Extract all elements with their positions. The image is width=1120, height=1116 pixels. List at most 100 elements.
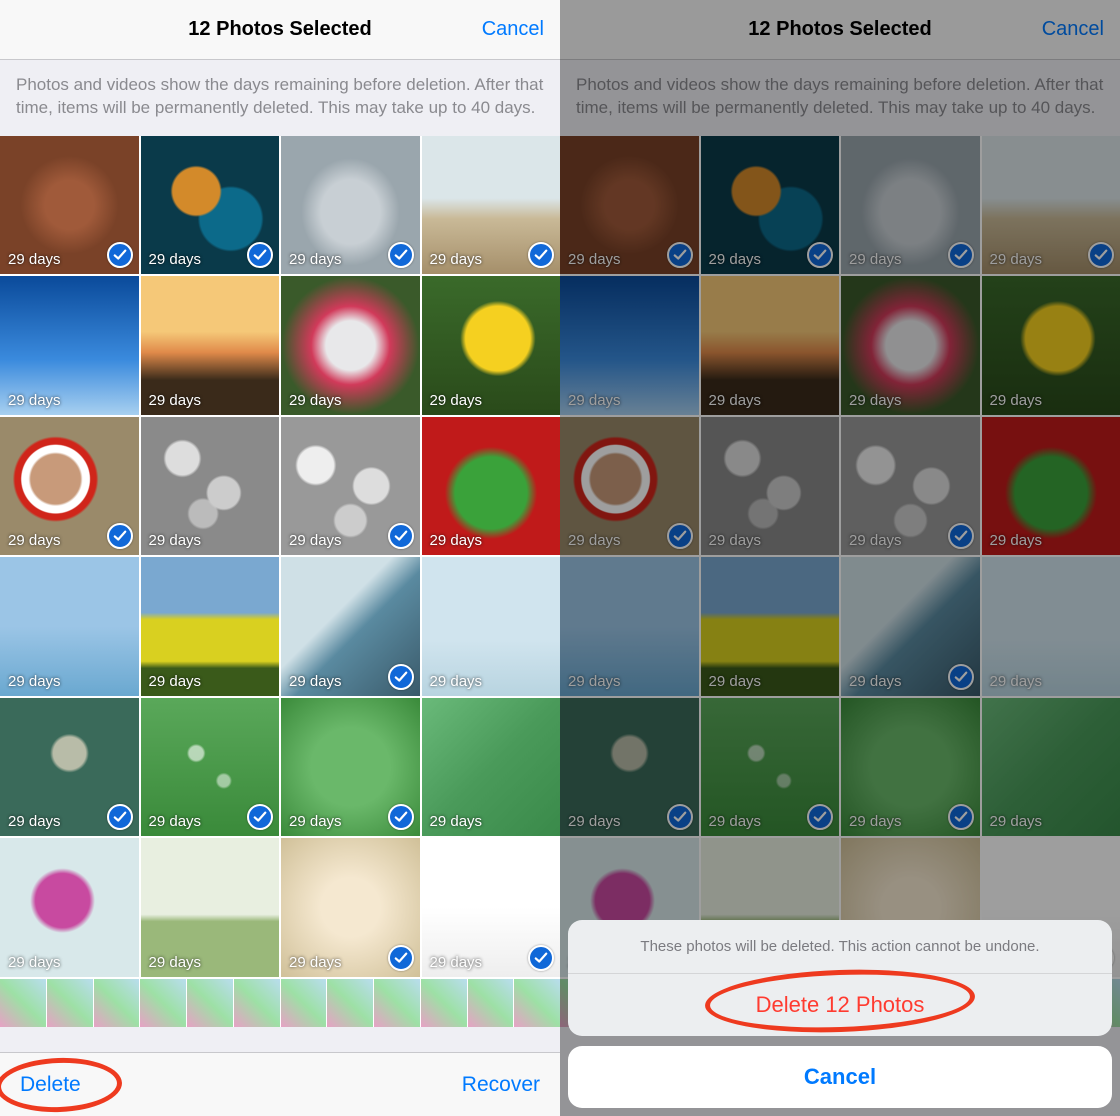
thumbnail-image: [701, 698, 840, 837]
photo-thumbnail[interactable]: 29 days: [0, 838, 139, 977]
days-remaining-label: 29 days: [849, 392, 902, 409]
photo-thumbnail[interactable]: 29 days: [422, 276, 561, 415]
days-remaining-label: 29 days: [149, 251, 202, 268]
days-remaining-label: 29 days: [149, 673, 202, 690]
days-remaining-label: 29 days: [8, 251, 61, 268]
cancel-button[interactable]: Cancel: [1042, 18, 1104, 41]
checkmark-icon: [807, 242, 833, 268]
page-title: 12 Photos Selected: [748, 18, 931, 41]
thumbnail-image: [982, 276, 1120, 415]
recover-button[interactable]: Recover: [462, 1073, 540, 1097]
photo-thumbnail[interactable]: 29 days: [701, 276, 840, 415]
days-remaining-label: 29 days: [8, 392, 61, 409]
thumbnail-image: [560, 557, 699, 696]
days-remaining-label: 29 days: [149, 392, 202, 409]
checkmark-icon: [1088, 242, 1114, 268]
photo-thumbnail[interactable]: 29 days: [982, 276, 1120, 415]
photo-thumbnail[interactable]: 29 days: [141, 838, 280, 977]
photo-thumbnail[interactable]: 29 days: [141, 136, 280, 275]
photo-thumbnail[interactable]: 29 days: [841, 136, 980, 275]
photo-thumbnail[interactable]: 29 days: [982, 698, 1120, 837]
action-sheet-cancel-button[interactable]: Cancel: [568, 1046, 1112, 1108]
days-remaining-label: 29 days: [8, 813, 61, 830]
photo-thumbnail[interactable]: 29 days: [0, 417, 139, 556]
photo-thumbnail[interactable]: 29 days: [281, 698, 420, 837]
thumbnail-image: [560, 276, 699, 415]
days-remaining-label: 29 days: [430, 251, 483, 268]
photo-thumbnail[interactable]: 29 days: [281, 276, 420, 415]
days-remaining-label: 29 days: [149, 813, 202, 830]
thumbnail-image: [841, 417, 980, 556]
action-sheet-group: These photos will be deleted. This actio…: [568, 920, 1112, 1036]
photo-thumbnail[interactable]: 29 days: [701, 417, 840, 556]
photo-thumbnail[interactable]: 29 days: [982, 417, 1120, 556]
thumbnail-image: [841, 276, 980, 415]
photo-thumbnail[interactable]: 29 days: [281, 136, 420, 275]
days-remaining-label: 29 days: [8, 532, 61, 549]
photo-thumbnail[interactable]: 29 days: [141, 276, 280, 415]
delete-photos-label: Delete 12 Photos: [756, 992, 925, 1017]
photo-thumbnail[interactable]: 29 days: [281, 557, 420, 696]
thumbnail-image: [701, 136, 840, 275]
days-remaining-label: 29 days: [990, 251, 1043, 268]
photo-thumbnail[interactable]: 29 days: [701, 698, 840, 837]
days-remaining-label: 29 days: [709, 251, 762, 268]
days-remaining-label: 29 days: [849, 251, 902, 268]
thumbnail-image: [701, 276, 840, 415]
photo-thumbnail[interactable]: 29 days: [0, 698, 139, 837]
photo-thumbnail[interactable]: 29 days: [281, 838, 420, 977]
thumbnail-image: [982, 136, 1120, 275]
checkmark-icon: [107, 523, 133, 549]
photo-thumbnail[interactable]: 29 days: [841, 417, 980, 556]
days-remaining-label: 29 days: [430, 392, 483, 409]
days-remaining-label: 29 days: [430, 532, 483, 549]
photo-thumbnail[interactable]: 29 days: [281, 417, 420, 556]
thumbnail-image: [701, 417, 840, 556]
days-remaining-label: 29 days: [430, 813, 483, 830]
photo-thumbnail[interactable]: 29 days: [422, 557, 561, 696]
photo-thumbnail[interactable]: 29 days: [422, 136, 561, 275]
photo-thumbnail[interactable]: 29 days: [560, 276, 699, 415]
thumbnail-image: [841, 698, 980, 837]
days-remaining-label: 29 days: [709, 813, 762, 830]
days-remaining-label: 29 days: [430, 954, 483, 971]
photo-thumbnail[interactable]: 29 days: [0, 276, 139, 415]
photo-thumbnail[interactable]: 29 days: [0, 557, 139, 696]
thumbnail-image: [841, 557, 980, 696]
photo-thumbnail[interactable]: 29 days: [141, 417, 280, 556]
photo-thumbnail[interactable]: 29 days: [841, 276, 980, 415]
days-remaining-label: 29 days: [430, 673, 483, 690]
thumbnail-image: [560, 417, 699, 556]
checkmark-icon: [948, 523, 974, 549]
photo-thumbnail[interactable]: 29 days: [841, 698, 980, 837]
navbar: 12 Photos Selected Cancel: [560, 0, 1120, 60]
checkmark-icon: [388, 523, 414, 549]
photo-thumbnail[interactable]: 29 days: [0, 136, 139, 275]
photo-thumbnail[interactable]: 29 days: [422, 698, 561, 837]
photo-thumbnail[interactable]: 29 days: [422, 417, 561, 556]
photo-thumbnail[interactable]: 29 days: [701, 557, 840, 696]
left-pane: 12 Photos Selected Cancel Photos and vid…: [0, 0, 560, 1116]
days-remaining-label: 29 days: [289, 251, 342, 268]
photo-thumbnail[interactable]: 29 days: [701, 136, 840, 275]
bottom-toolbar: Delete Recover: [0, 1052, 560, 1116]
days-remaining-label: 29 days: [709, 673, 762, 690]
action-sheet-message: These photos will be deleted. This actio…: [568, 920, 1112, 974]
cancel-button[interactable]: Cancel: [482, 18, 544, 41]
photo-thumbnail[interactable]: 29 days: [560, 698, 699, 837]
checkmark-icon: [807, 804, 833, 830]
photo-thumbnail[interactable]: 29 days: [141, 557, 280, 696]
delete-photos-button[interactable]: Delete 12 Photos: [568, 974, 1112, 1036]
thumbnail-image: [560, 136, 699, 275]
photo-thumbnail[interactable]: 29 days: [982, 136, 1120, 275]
days-remaining-label: 29 days: [8, 954, 61, 971]
photo-thumbnail[interactable]: 29 days: [422, 838, 561, 977]
photo-thumbnail[interactable]: 29 days: [560, 557, 699, 696]
photo-thumbnail[interactable]: 29 days: [841, 557, 980, 696]
delete-button[interactable]: Delete: [20, 1073, 81, 1097]
photo-thumbnail[interactable]: 29 days: [982, 557, 1120, 696]
photo-thumbnail[interactable]: 29 days: [560, 417, 699, 556]
scrubber-strip[interactable]: [0, 977, 560, 1027]
photo-thumbnail[interactable]: 29 days: [141, 698, 280, 837]
photo-thumbnail[interactable]: 29 days: [560, 136, 699, 275]
